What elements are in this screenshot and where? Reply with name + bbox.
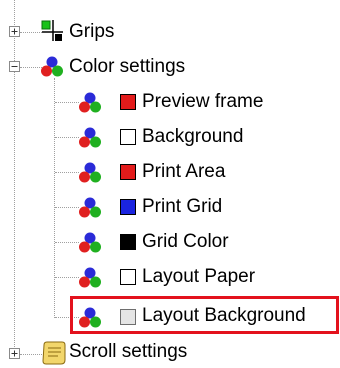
tree-connector (55, 172, 79, 173)
tree-connector (55, 242, 79, 243)
tree-connector (55, 207, 79, 208)
color-item-icon (79, 127, 101, 148)
color-swatch (120, 199, 136, 215)
tree-node-label: Scroll settings (69, 341, 188, 362)
tree-connector (20, 354, 42, 355)
color-item-icon (79, 232, 101, 253)
tree-node-label: Grips (69, 21, 115, 42)
tree-item-background[interactable]: Background (78, 122, 318, 152)
tree-connector (20, 32, 42, 33)
tree-item-label: Layout Paper (142, 266, 256, 287)
color-item-icon (79, 162, 101, 183)
tree-item-label: Preview frame (142, 91, 264, 112)
tree-item-label: Background (142, 126, 244, 147)
expand-button-scroll-settings[interactable] (9, 348, 20, 359)
collapse-button-color-settings[interactable] (9, 61, 20, 72)
tree-item-grid-color[interactable]: Grid Color (78, 227, 318, 257)
color-swatch (120, 129, 136, 145)
expand-button-grips[interactable] (9, 26, 20, 37)
tree-item-print-grid[interactable]: Print Grid (78, 192, 318, 222)
tree-item-label: Print Grid (142, 196, 223, 217)
tree-node-color-settings[interactable]: Color settings (40, 52, 240, 82)
color-swatch (120, 269, 136, 285)
settings-tree: Grips Color settings Preview frame Backg… (0, 0, 340, 365)
tree-item-label: Grid Color (142, 231, 229, 252)
tree-item-label: Print Area (142, 161, 226, 182)
selection-highlight-box (70, 296, 339, 334)
color-swatch (120, 94, 136, 110)
tree-item-preview-frame[interactable]: Preview frame (78, 87, 318, 117)
tree-item-layout-paper[interactable]: Layout Paper (78, 262, 318, 292)
color-swatch (120, 234, 136, 250)
color-item-icon (79, 267, 101, 288)
tree-connector (20, 67, 42, 68)
tree-connector (55, 277, 79, 278)
tree-connector (55, 137, 79, 138)
color-settings-icon (41, 56, 63, 77)
tree-node-scroll-settings[interactable]: Scroll settings (40, 338, 240, 368)
color-item-icon (79, 197, 101, 218)
tree-guide-line (54, 78, 55, 318)
grips-icon (41, 20, 63, 41)
color-swatch (120, 164, 136, 180)
tree-connector (55, 102, 79, 103)
color-item-icon (79, 92, 101, 113)
tree-guide-line (14, 0, 15, 355)
tree-node-grips[interactable]: Grips (40, 17, 160, 47)
tree-node-label: Color settings (69, 56, 186, 77)
tree-item-print-area[interactable]: Print Area (78, 157, 318, 187)
scroll-settings-icon (42, 341, 66, 365)
